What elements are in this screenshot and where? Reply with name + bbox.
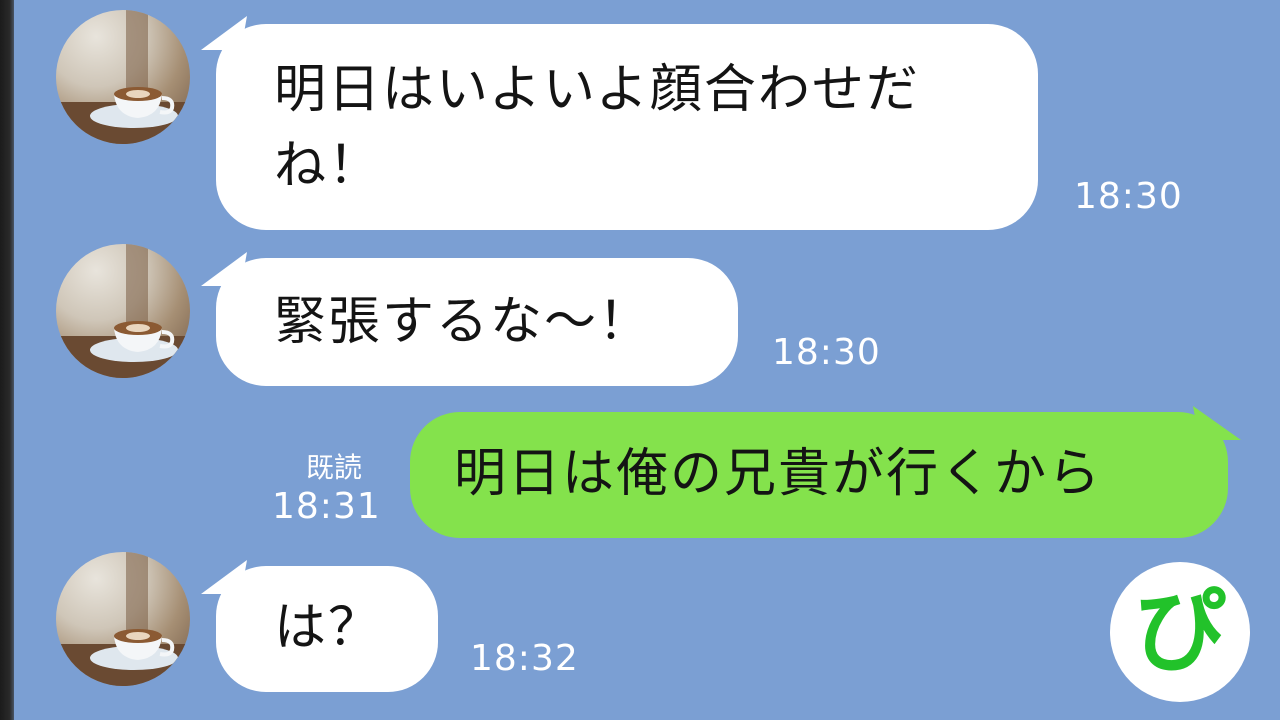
coffee-cup-icon	[56, 10, 190, 144]
message-text-line: 明日はいよいよ顔合わせだ	[274, 60, 920, 120]
message-text-line: 緊張するな〜！	[274, 292, 653, 352]
sender-avatar[interactable]	[56, 244, 190, 378]
message-timestamp: 18:30	[772, 332, 881, 373]
message-bubble-incoming[interactable]: 緊張するな〜！	[216, 258, 738, 386]
sender-avatar[interactable]	[56, 552, 190, 686]
coffee-cup-icon	[56, 552, 190, 686]
brand-badge-logo: ぴ	[1110, 562, 1250, 702]
coffee-cup-icon	[56, 244, 190, 378]
device-bezel-edge	[0, 0, 14, 720]
message-text-line: ね！	[274, 136, 383, 196]
message-timestamp: 18:32	[470, 638, 579, 679]
message-text-line: 明日は俺の兄貴が行くから	[454, 444, 1103, 504]
sender-avatar[interactable]	[56, 10, 190, 144]
message-bubble-incoming[interactable]: 明日はいよいよ顔合わせだ ね！	[216, 24, 1038, 230]
read-receipt: 既読	[306, 451, 363, 484]
bubble-tail	[1193, 406, 1241, 440]
message-timestamp: 18:31	[272, 486, 381, 527]
message-bubble-outgoing[interactable]: 明日は俺の兄貴が行くから	[410, 412, 1228, 538]
badge-glyph: ぴ	[1133, 578, 1226, 685]
message-text-line: は？	[274, 598, 383, 658]
message-timestamp: 18:30	[1074, 176, 1183, 217]
message-bubble-incoming[interactable]: は？	[216, 566, 438, 692]
